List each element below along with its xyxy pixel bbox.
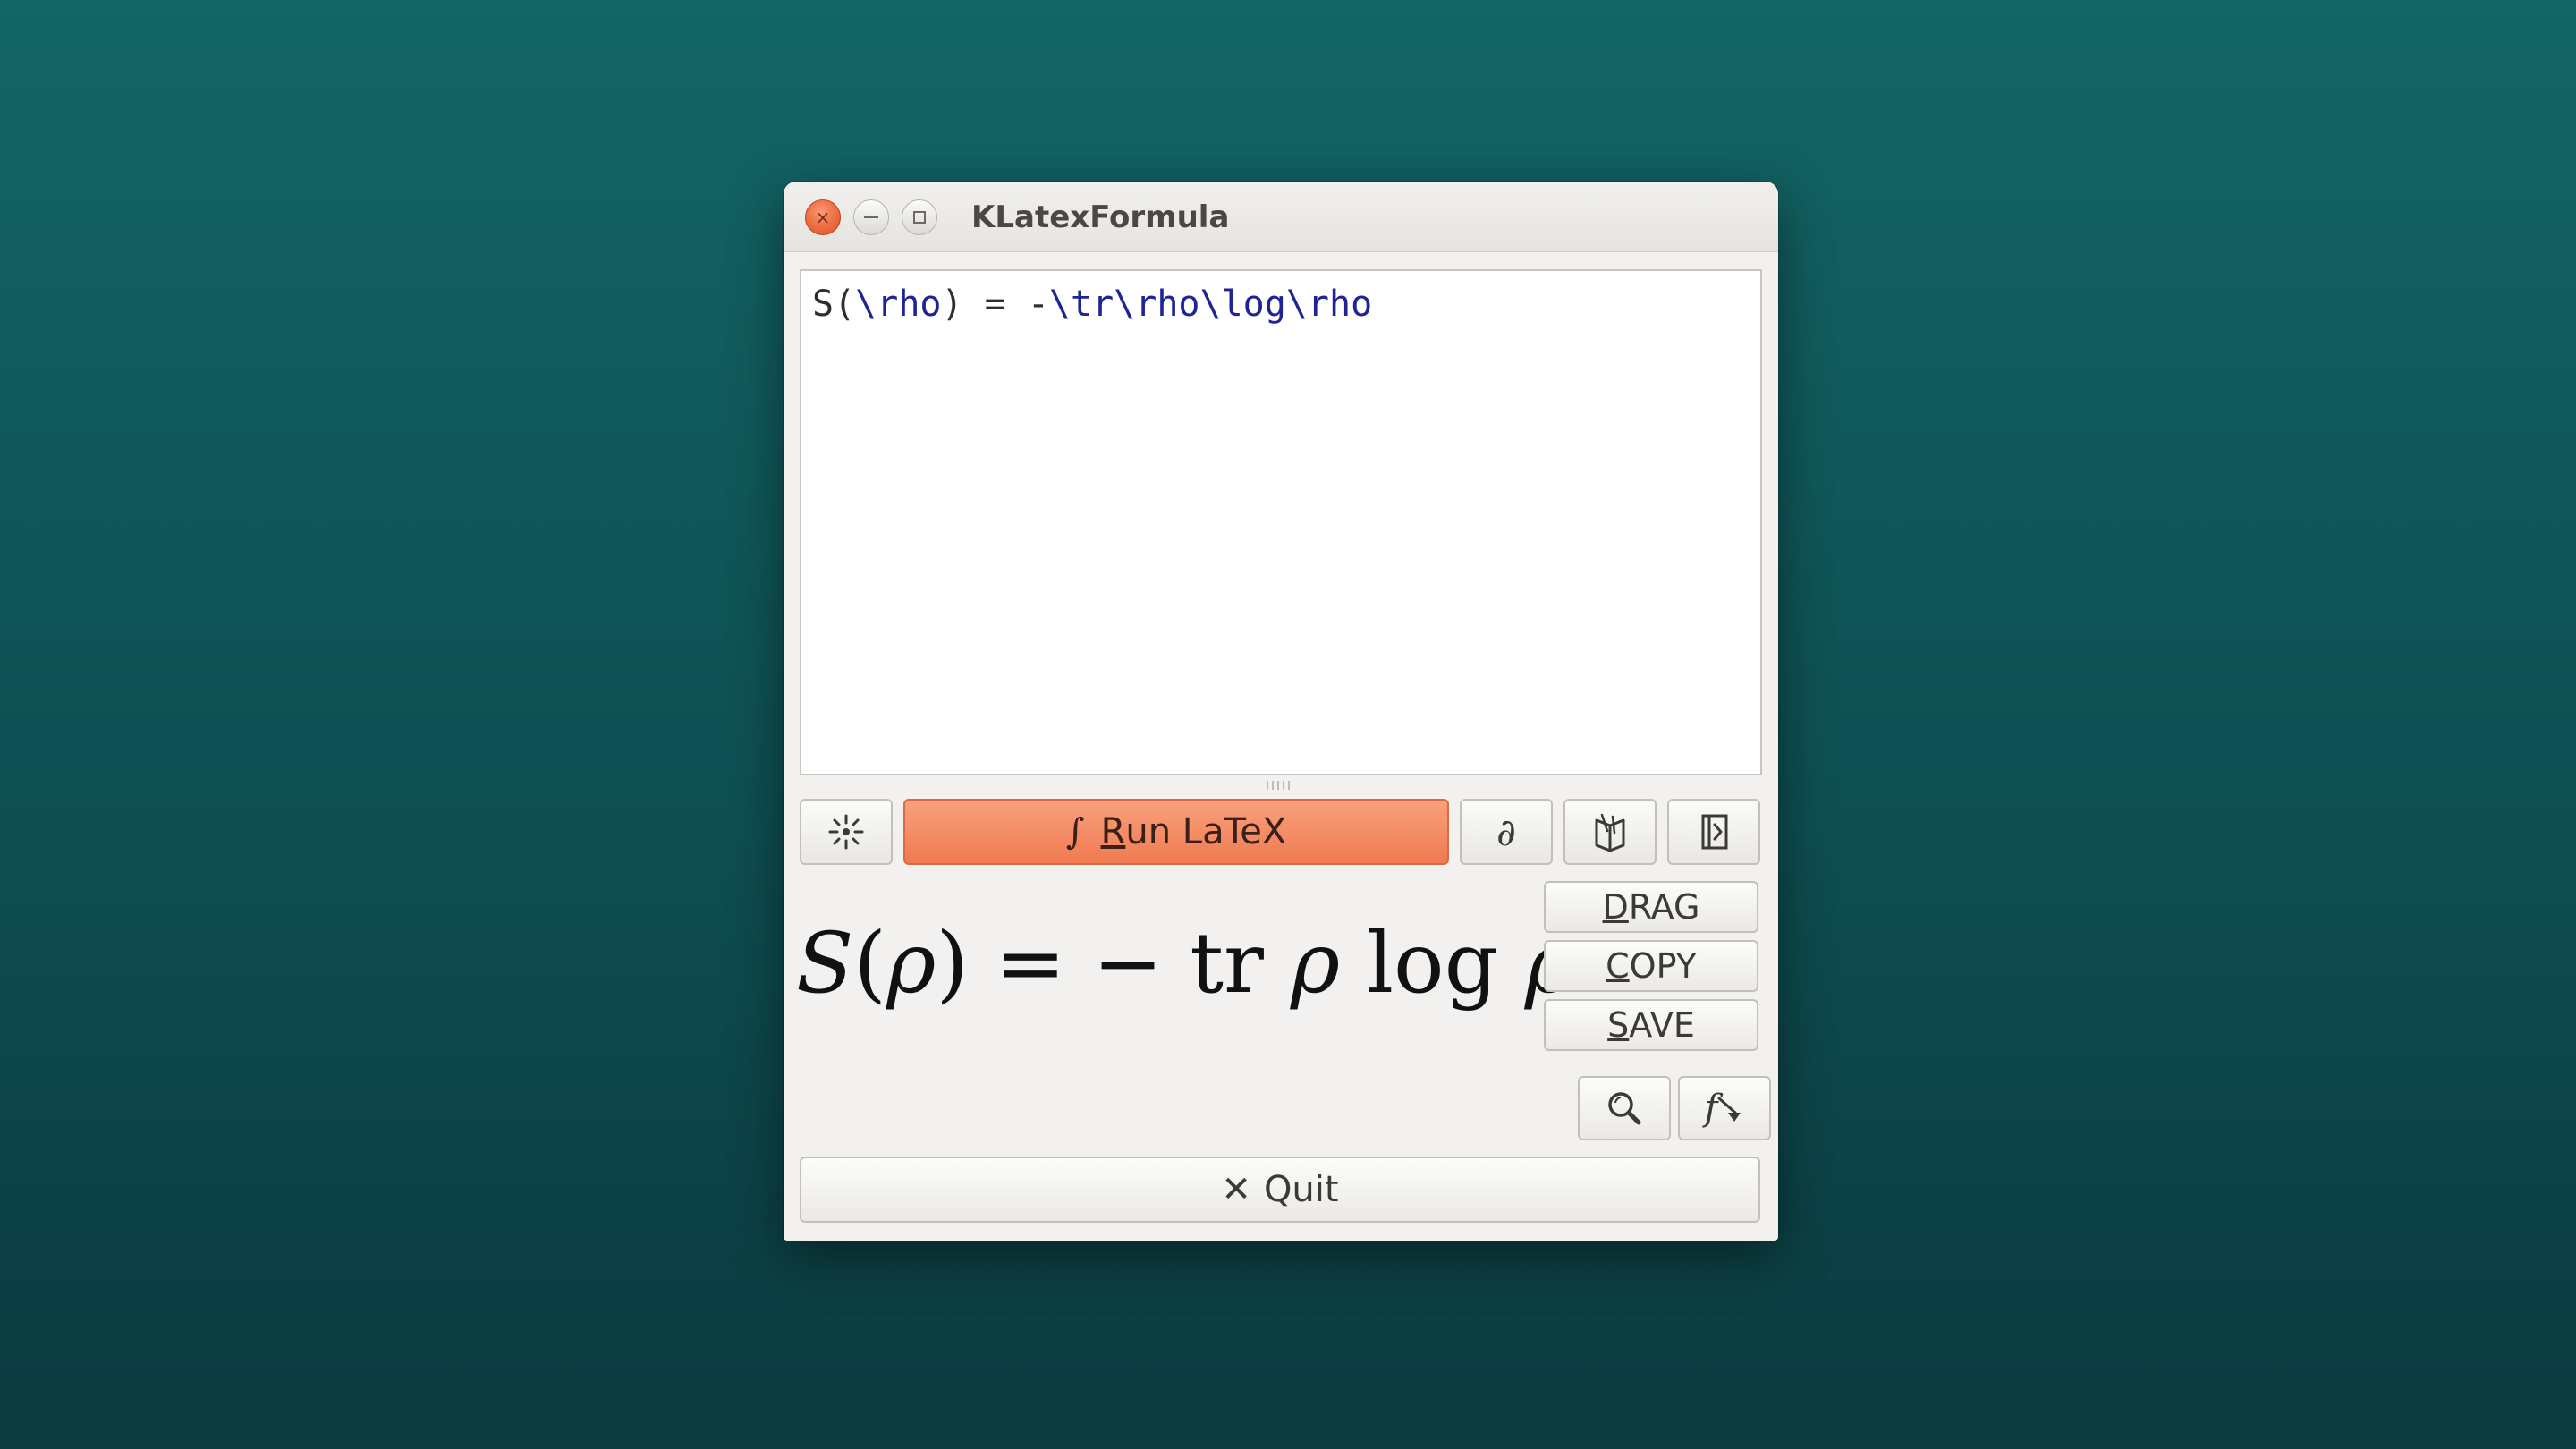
- quit-button[interactable]: ✕ Quit: [800, 1157, 1760, 1223]
- quit-label: Quit: [1263, 1169, 1339, 1210]
- style-dropdown-icon: [1717, 1097, 1741, 1122]
- maximize-window-button[interactable]: [902, 199, 937, 235]
- editor-resize-handle[interactable]: [1267, 781, 1293, 790]
- latex-text-segment: S(: [812, 284, 856, 325]
- save-mnemonic: S: [1607, 1005, 1630, 1045]
- title-bar[interactable]: × KLatexFormula: [784, 182, 1778, 252]
- formula-preview[interactable]: S(ρ) = − tr ρ log ρ: [796, 915, 1574, 1058]
- preview-symbol: ): [936, 915, 970, 1013]
- minimize-icon: [864, 216, 878, 218]
- latex-text-segment: ) = -: [941, 284, 1049, 325]
- close-x-icon: ✕: [1221, 1169, 1251, 1210]
- integral-icon: ∫: [1065, 811, 1085, 852]
- run-latex-mnemonic: R: [1100, 811, 1126, 852]
- settings-sparkle-icon: [828, 814, 864, 850]
- drag-mnemonic: D: [1602, 887, 1629, 927]
- library-button[interactable]: [1563, 799, 1657, 865]
- settings-button[interactable]: [800, 799, 893, 865]
- expand-button[interactable]: [1667, 799, 1760, 865]
- magnifier-icon: [1608, 1092, 1641, 1125]
- run-latex-button[interactable]: ∫ Run LaTeX: [903, 799, 1449, 865]
- partial-derivative-icon: ∂: [1496, 809, 1516, 854]
- copy-button[interactable]: C OPY: [1544, 940, 1758, 992]
- copy-label: OPY: [1629, 946, 1697, 986]
- preview-symbol: =: [969, 915, 1093, 1013]
- copy-mnemonic: C: [1606, 946, 1630, 986]
- maximize-icon: [913, 211, 926, 224]
- zoom-preview-button[interactable]: [1578, 1076, 1671, 1140]
- preview-symbol: ρ: [1290, 915, 1341, 1013]
- klatexformula-window: × KLatexFormula S(\rho) = -\tr\rho\log\r…: [784, 182, 1778, 1241]
- run-latex-label: un LaTeX: [1125, 811, 1287, 852]
- drag-button[interactable]: D RAG: [1544, 881, 1758, 933]
- library-book-icon: [1595, 813, 1625, 852]
- window-title: KLatexFormula: [971, 199, 1230, 235]
- save-button[interactable]: S AVE: [1544, 999, 1758, 1051]
- latex-command-segment: \tr\rho\log\rho: [1048, 284, 1373, 325]
- drag-label: RAG: [1628, 887, 1700, 927]
- preview-symbol: S: [796, 915, 854, 1013]
- preview-symbol: −: [1092, 915, 1191, 1013]
- style-menu-button[interactable]: f: [1678, 1076, 1771, 1140]
- save-label: AVE: [1629, 1005, 1695, 1045]
- close-window-button[interactable]: ×: [805, 199, 841, 235]
- expand-panel-icon: [1701, 814, 1728, 850]
- preview-symbol: tr: [1190, 915, 1291, 1013]
- function-glyph: f: [1704, 1088, 1718, 1129]
- symbols-button[interactable]: ∂: [1460, 799, 1553, 865]
- preview-symbol: (: [853, 915, 887, 1013]
- close-icon: ×: [815, 207, 831, 228]
- preview-symbol: log: [1340, 915, 1525, 1013]
- preview-symbol: ρ: [886, 915, 936, 1013]
- minimize-window-button[interactable]: [853, 199, 889, 235]
- latex-command-segment: \rho: [855, 284, 942, 325]
- latex-editor[interactable]: S(\rho) = -\tr\rho\log\rho: [800, 269, 1762, 775]
